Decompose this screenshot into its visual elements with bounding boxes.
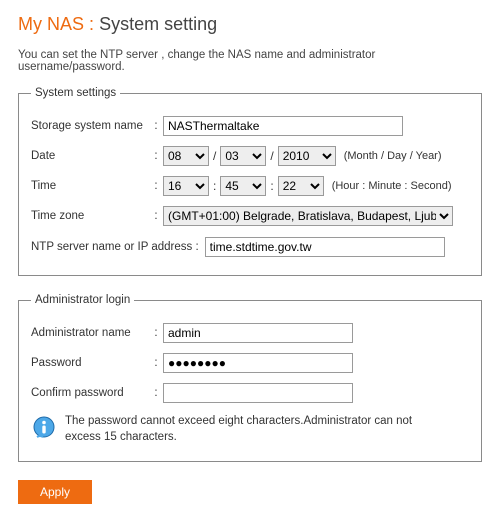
date-hint: (Month / Day / Year)	[344, 150, 442, 162]
date-month-select[interactable]: 08	[163, 146, 209, 166]
label-colon: :	[149, 387, 163, 399]
date-row: Date : 08 / 03 / 2010 (Month / Day / Yea…	[31, 141, 469, 171]
label-colon: :	[149, 210, 163, 222]
system-settings-legend: System settings	[31, 87, 120, 99]
admin-name-label: Administrator name	[31, 326, 149, 340]
date-label: Date	[31, 149, 149, 163]
label-colon: :	[149, 120, 163, 132]
timezone-row: Time zone : (GMT+01:00) Belgrade, Bratis…	[31, 201, 469, 231]
confirm-password-label: Confirm password	[31, 386, 149, 400]
info-icon	[31, 415, 57, 444]
ntp-row: NTP server name or IP address :	[31, 231, 469, 259]
time-separator: :	[270, 179, 273, 193]
title-page: System setting	[99, 14, 217, 34]
page-title: My NAS : System setting	[18, 14, 482, 35]
time-hour-select[interactable]: 16	[163, 176, 209, 196]
password-label: Password	[31, 356, 149, 370]
confirm-password-row: Confirm password :	[31, 378, 469, 408]
password-info: The password cannot exceed eight charact…	[31, 414, 469, 445]
time-separator: :	[213, 179, 216, 193]
ntp-label: NTP server name or IP address :	[31, 241, 199, 253]
date-year-select[interactable]: 2010	[278, 146, 336, 166]
date-day-select[interactable]: 03	[220, 146, 266, 166]
password-info-text: The password cannot exceed eight charact…	[65, 414, 445, 445]
admin-login-group: Administrator login Administrator name :…	[18, 294, 482, 462]
admin-name-row: Administrator name :	[31, 318, 469, 348]
time-second-select[interactable]: 22	[278, 176, 324, 196]
time-row: Time : 16 : 45 : 22 (Hour : Minute : Sec…	[31, 171, 469, 201]
date-separator: /	[213, 149, 216, 163]
apply-button[interactable]: Apply	[18, 480, 92, 504]
system-settings-group: System settings Storage system name : Da…	[18, 87, 482, 276]
title-brand: My NAS	[18, 14, 84, 34]
title-sep: :	[89, 14, 94, 34]
admin-login-legend: Administrator login	[31, 294, 134, 306]
storage-name-input[interactable]	[163, 116, 403, 136]
storage-name-label: Storage system name	[31, 119, 149, 133]
label-colon: :	[149, 150, 163, 162]
admin-name-input[interactable]	[163, 323, 353, 343]
timezone-label: Time zone	[31, 209, 149, 223]
password-row: Password :	[31, 348, 469, 378]
ntp-server-input[interactable]	[205, 237, 445, 257]
confirm-password-input[interactable]	[163, 383, 353, 403]
timezone-select[interactable]: (GMT+01:00) Belgrade, Bratislava, Budape…	[163, 206, 453, 226]
time-hint: (Hour : Minute : Second)	[332, 180, 452, 192]
date-separator: /	[270, 149, 273, 163]
page-description: You can set the NTP server , change the …	[18, 49, 482, 73]
label-colon: :	[149, 357, 163, 369]
time-minute-select[interactable]: 45	[220, 176, 266, 196]
label-colon: :	[149, 180, 163, 192]
storage-name-row: Storage system name :	[31, 111, 469, 141]
label-colon: :	[149, 327, 163, 339]
time-label: Time	[31, 179, 149, 193]
password-input[interactable]	[163, 353, 353, 373]
